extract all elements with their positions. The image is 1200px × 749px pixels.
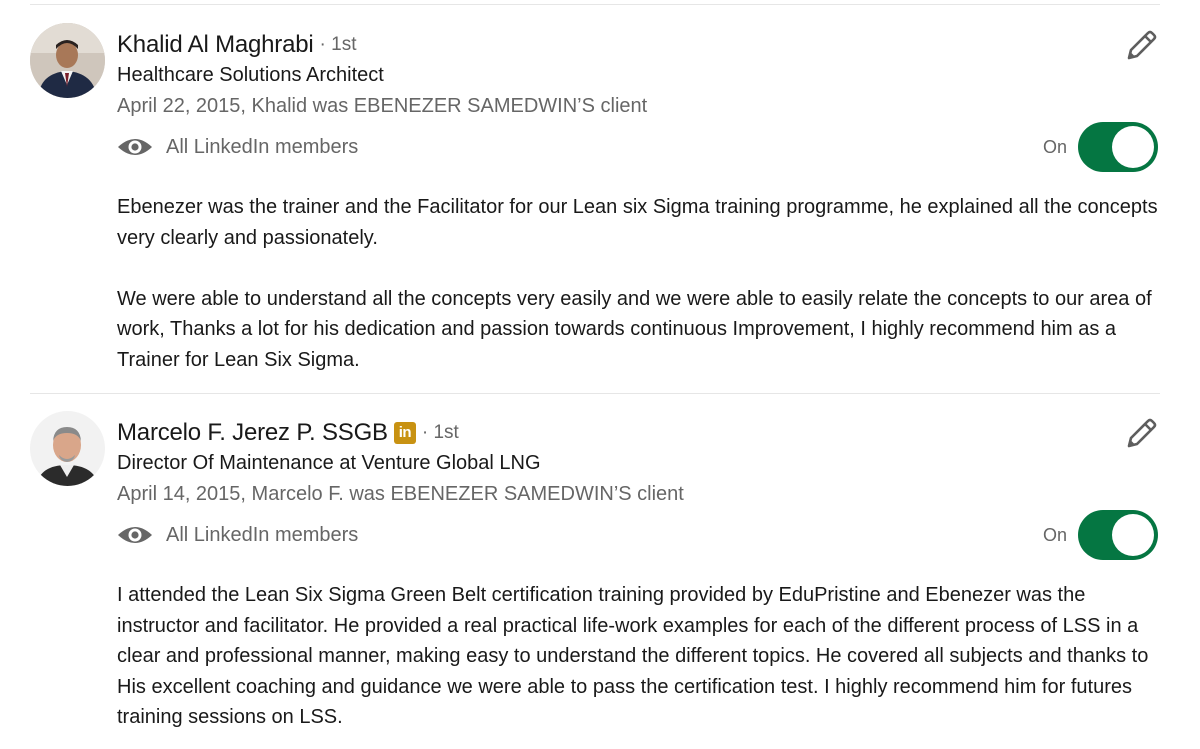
recommendation-paragraph: Ebenezer was the trainer and the Facilit… [117, 196, 1158, 249]
toggle-state-label: On [1043, 525, 1068, 545]
recommendation-text: Ebenezer was the trainer and the Facilit… [117, 192, 1162, 376]
recommendation-card: Khalid Al Maghrabi · 1st Healthcare Solu… [0, 5, 1200, 393]
pencil-icon[interactable] [1124, 29, 1158, 63]
visibility-toggle[interactable] [1078, 510, 1158, 560]
avatar[interactable] [30, 411, 105, 486]
toggle-knob [1112, 126, 1154, 168]
visibility-row: All LinkedIn members [117, 131, 358, 163]
linkedin-premium-badge: in [393, 422, 416, 444]
visibility-label: All LinkedIn members [166, 523, 359, 546]
visibility-label: All LinkedIn members [166, 135, 359, 158]
recommender-headline: Director Of Maintenance at Venture Globa… [117, 452, 541, 474]
relationship-date: April 14, 2015, Marcelo F. was EBENEZER … [117, 483, 684, 505]
name-row: Marcelo F. Jerez P. SSGB in · 1st [117, 417, 459, 449]
connection-degree: · 1st [421, 422, 459, 443]
eye-icon [117, 523, 153, 547]
recommendation-card: Marcelo F. Jerez P. SSGB in · 1st Direct… [0, 393, 1200, 749]
recommender-name[interactable]: Marcelo F. Jerez P. SSGB [117, 419, 388, 447]
visibility-row: All LinkedIn members [117, 519, 358, 551]
toggle-knob [1112, 514, 1154, 556]
pencil-icon[interactable] [1124, 417, 1158, 451]
eye-icon [117, 135, 153, 159]
relationship-date: April 22, 2015, Khalid was EBENEZER SAME… [117, 95, 648, 117]
avatar[interactable] [30, 23, 105, 98]
recommendation-text: I attended the Lean Six Sigma Green Belt… [117, 580, 1162, 733]
recommender-name[interactable]: Khalid Al Maghrabi [117, 31, 314, 59]
recommendation-paragraph: I attended the Lean Six Sigma Green Belt… [117, 584, 1149, 729]
recommendations-page: Khalid Al Maghrabi · 1st Healthcare Solu… [0, 0, 1200, 749]
name-row: Khalid Al Maghrabi · 1st [117, 29, 356, 61]
toggle-state-label: On [1043, 137, 1068, 157]
card-divider [30, 393, 1160, 394]
recommendation-paragraph: We were able to understand all the conce… [117, 287, 1152, 371]
recommender-headline: Healthcare Solutions Architect [117, 64, 384, 86]
connection-degree: · 1st [319, 34, 357, 55]
visibility-toggle[interactable] [1078, 122, 1158, 172]
